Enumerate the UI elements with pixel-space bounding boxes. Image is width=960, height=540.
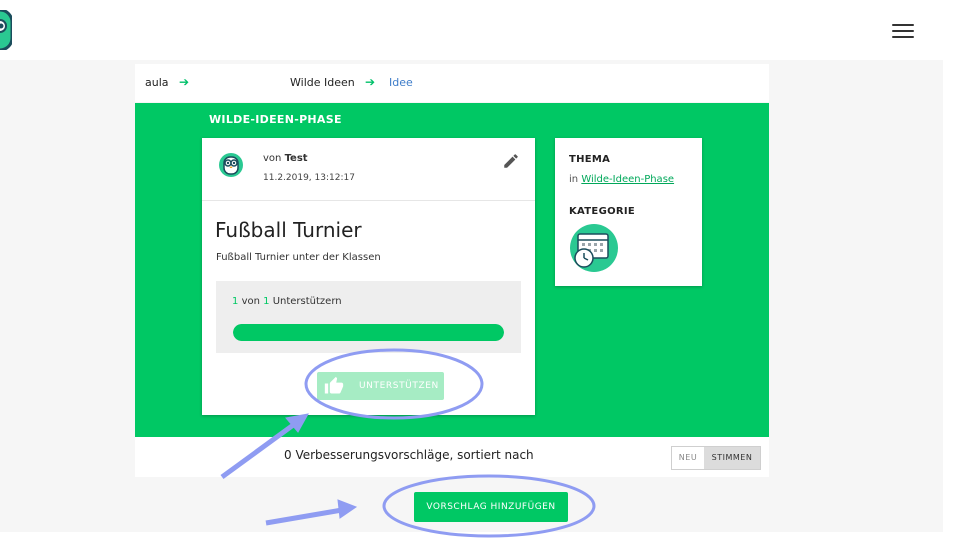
support-box bbox=[216, 281, 521, 353]
support-of-label: von bbox=[241, 296, 260, 307]
top-bar bbox=[0, 0, 960, 60]
kategorie-heading: KATEGORIE bbox=[569, 206, 636, 217]
support-label: Unterstützern bbox=[272, 296, 342, 307]
author-name[interactable]: Test bbox=[285, 153, 308, 164]
breadcrumb-item-aula[interactable]: aula bbox=[145, 76, 169, 89]
support-button-label: UNTERSTÜTZEN bbox=[359, 381, 439, 391]
card-divider bbox=[202, 200, 535, 201]
breadcrumb: aula ➔ Wilde Ideen ➔ Idee bbox=[135, 64, 769, 102]
phase-title: WILDE-IDEEN-PHASE bbox=[209, 113, 342, 126]
thema-line: in Wilde-Ideen-Phase bbox=[569, 174, 674, 185]
support-count: 1 bbox=[232, 296, 239, 307]
idea-description: Fußball Turnier unter der Klassen bbox=[216, 252, 381, 263]
aula-owl-logo-icon[interactable] bbox=[0, 10, 12, 50]
author-line: von Test bbox=[263, 153, 308, 164]
arrow-right-icon: ➔ bbox=[365, 75, 376, 89]
support-progress-bar bbox=[233, 324, 504, 341]
thumbs-up-icon bbox=[324, 376, 344, 394]
thema-heading: THEMA bbox=[569, 154, 611, 165]
breadcrumb-item-idee: Idee bbox=[389, 76, 413, 89]
author-prefix: von bbox=[263, 153, 282, 164]
breadcrumb-item-wilde-ideen[interactable]: Wilde Ideen bbox=[290, 76, 355, 89]
author-avatar-icon bbox=[219, 153, 243, 177]
idea-title: Fußball Turnier bbox=[215, 218, 362, 242]
thema-prefix: in bbox=[569, 174, 579, 185]
pencil-edit-icon[interactable] bbox=[502, 152, 520, 170]
arrow-right-icon: ➔ bbox=[179, 75, 190, 89]
suggestions-sort-text: 0 Verbesserungsvorschläge, sortiert nach bbox=[284, 448, 534, 462]
support-count-text: 1 von 1 Unterstützern bbox=[232, 296, 342, 307]
sort-option-neu[interactable]: NEU bbox=[672, 447, 704, 469]
add-suggestion-button[interactable]: VORSCHLAG HINZUFÜGEN bbox=[414, 492, 568, 522]
support-button[interactable]: UNTERSTÜTZEN bbox=[317, 372, 444, 400]
calendar-clock-icon[interactable] bbox=[568, 224, 620, 272]
hamburger-menu-icon[interactable] bbox=[892, 24, 914, 42]
idea-date: 11.2.2019, 13:12:17 bbox=[263, 173, 355, 183]
support-total: 1 bbox=[263, 296, 270, 307]
support-progress-fill bbox=[233, 324, 504, 341]
sort-option-stimmen[interactable]: STIMMEN bbox=[704, 447, 760, 469]
sort-toggle: NEU STIMMEN bbox=[671, 446, 761, 470]
thema-link[interactable]: Wilde-Ideen-Phase bbox=[581, 174, 674, 185]
